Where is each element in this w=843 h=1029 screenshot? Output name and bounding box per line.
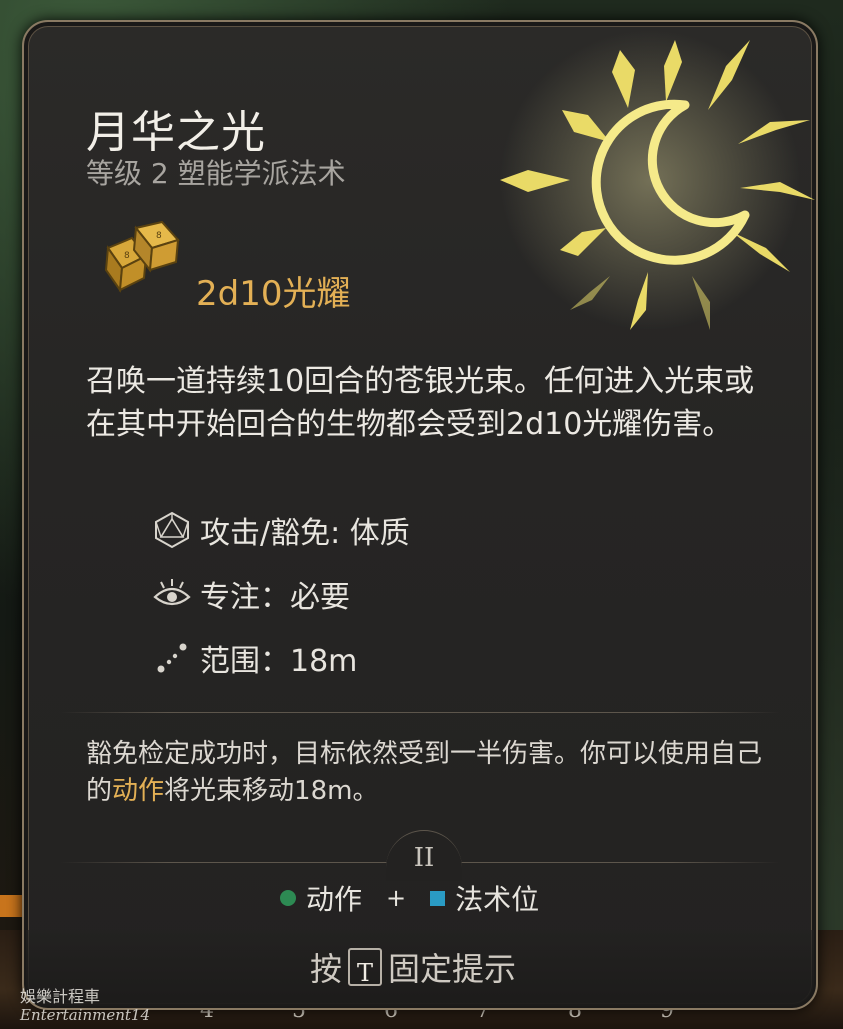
svg-text:8: 8: [124, 251, 130, 261]
watermark: 娛樂計程車 Entertainment14: [20, 987, 150, 1025]
svg-text:8: 8: [156, 231, 162, 241]
note-text-end: 将光束移动18m。: [164, 776, 379, 806]
property-save-text: 攻击/豁免: 体质: [200, 516, 410, 551]
property-concentration-text: 专注：必要: [200, 580, 350, 615]
spell-note: 豁免检定成功时，目标依然受到一半伤害。你可以使用自己的动作将光束移动18m。: [86, 736, 776, 810]
cost-plus: +: [386, 884, 407, 912]
watermark-line1: 娛樂計程車: [20, 987, 101, 1006]
watermark-line2: Entertainment14: [20, 1006, 150, 1024]
damage-roll: 2d10光耀: [196, 274, 351, 314]
divider: [60, 712, 780, 713]
pin-hint-suffix: 固定提示: [388, 950, 517, 988]
moonbeam-spell-icon: [500, 30, 815, 330]
property-concentration: 专注：必要: [150, 574, 350, 615]
spell-costs: 动作 + 法术位: [280, 878, 539, 918]
d20-icon: [150, 510, 194, 550]
pin-hint-prefix: 按: [310, 950, 343, 988]
keybind-t: T: [348, 948, 383, 987]
eye-icon: [150, 574, 194, 614]
spell-slot-icon: [430, 890, 446, 906]
range-icon: [150, 638, 194, 678]
spell-name: 月华之光: [86, 107, 266, 158]
spell-slot-cost-label: 法术位: [455, 883, 540, 916]
action-keyword: 动作: [112, 776, 165, 806]
action-resource-icon: [280, 890, 296, 906]
pin-tooltip-hint[interactable]: 按 T 固定提示: [310, 942, 516, 992]
dice-icon: 8 8: [104, 220, 180, 293]
property-save: 攻击/豁免: 体质: [150, 510, 410, 551]
spell-level-school: 等级 2 塑能学派法术: [86, 157, 346, 190]
property-range: 范围：18m: [150, 638, 358, 679]
spell-description: 召唤一道持续10回合的苍银光束。任何进入光束或在其中开始回合的生物都会受到2d1…: [86, 364, 755, 442]
action-cost-label: 动作: [306, 883, 363, 916]
property-range-text: 范围：18m: [200, 644, 358, 679]
